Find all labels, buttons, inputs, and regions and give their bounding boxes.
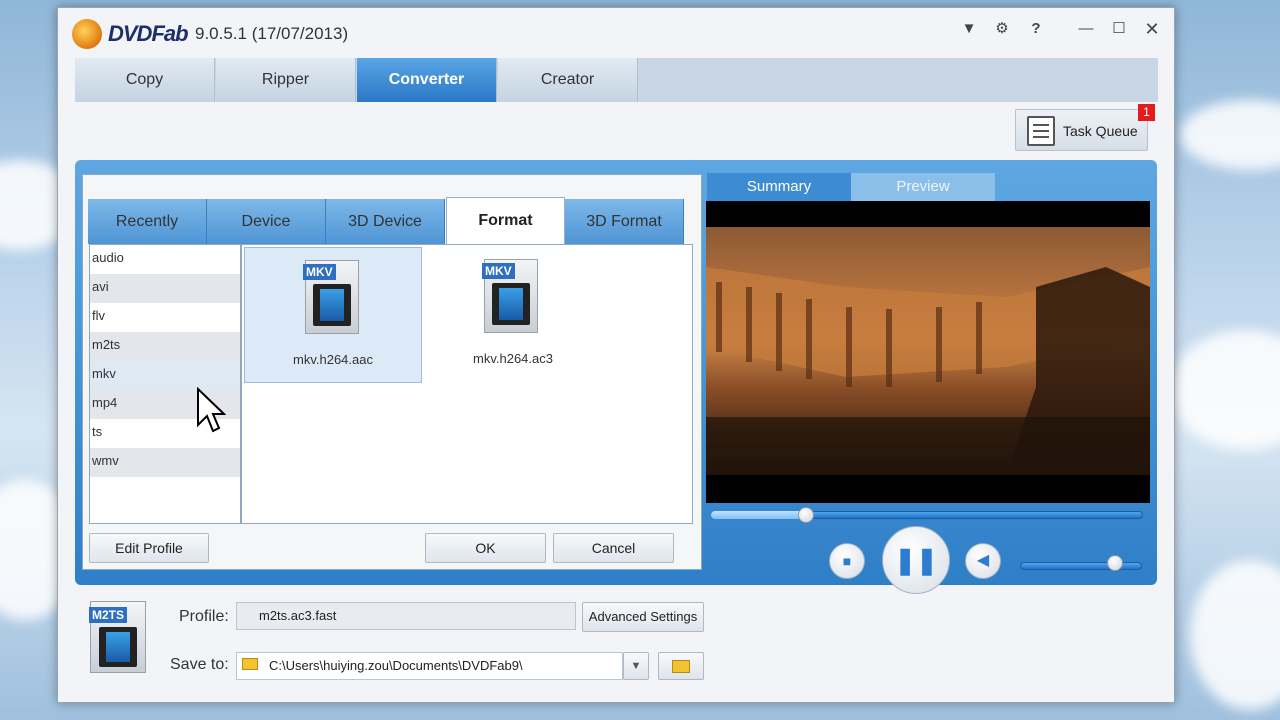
task-queue-label: Task Queue — [1063, 123, 1138, 139]
category-list: audio avi flv m2ts mkv mp4 ts wmv — [89, 244, 241, 524]
main-tabs: Copy Ripper Converter Creator — [75, 58, 1158, 102]
mkv-file-icon: MKV — [482, 259, 538, 333]
profile-field[interactable]: m2ts.ac3.fast — [236, 602, 576, 630]
format-name: mkv.h264.ac3 — [473, 351, 553, 366]
format-grid: MKV mkv.h264.aac MKV mkv.h264.ac3 — [241, 244, 693, 524]
volume-icon[interactable]: ◀ — [965, 543, 1001, 579]
app-version: 9.0.5.1 (17/07/2013) — [195, 24, 349, 43]
tab-copy[interactable]: Copy — [75, 58, 215, 102]
cancel-button[interactable]: Cancel — [553, 533, 674, 563]
gear-icon[interactable]: ⚙ — [991, 18, 1013, 40]
seek-handle[interactable] — [798, 507, 814, 523]
stop-button[interactable]: ■ — [829, 543, 865, 579]
tab-device[interactable]: Device — [207, 199, 326, 244]
advanced-settings-button[interactable]: Advanced Settings — [582, 602, 704, 632]
tab-3d-format[interactable]: 3D Format — [565, 199, 684, 244]
task-list-icon — [1027, 116, 1055, 146]
list-item[interactable]: avi — [90, 274, 240, 303]
list-item[interactable]: m2ts — [90, 332, 240, 361]
format-name: mkv.h264.aac — [293, 352, 373, 367]
dropdown-icon[interactable]: ▼ — [958, 18, 980, 40]
app-name: DVDFab — [108, 21, 189, 46]
save-path-field[interactable]: C:\Users\huiying.zou\Documents\DVDFab9\ — [236, 652, 623, 680]
tab-format[interactable]: Format — [446, 197, 565, 245]
volume-handle[interactable] — [1107, 555, 1123, 571]
minimize-icon[interactable]: — — [1075, 18, 1097, 40]
preview-tabs: Summary Preview — [707, 173, 1151, 201]
list-item[interactable]: flv — [90, 303, 240, 332]
mkv-file-icon: MKV — [303, 260, 359, 334]
format-item[interactable]: MKV mkv.h264.aac — [244, 247, 422, 383]
ok-button[interactable]: OK — [425, 533, 546, 563]
chevron-down-icon[interactable]: ▼ — [623, 652, 649, 680]
volume-slider[interactable] — [1020, 562, 1142, 570]
task-queue-button[interactable]: Task Queue — [1015, 109, 1148, 151]
help-icon[interactable]: ? — [1025, 18, 1047, 40]
title-bar: DVDFab 9.0.5.1 (17/07/2013) ▼ ⚙ ? — ☐ ✕ — [58, 8, 1174, 54]
tab-creator[interactable]: Creator — [498, 58, 638, 102]
list-item[interactable]: wmv — [90, 448, 240, 477]
save-to-label: Save to: — [170, 656, 229, 673]
pause-button[interactable]: ❚❚ — [882, 526, 950, 594]
tab-recently[interactable]: Recently — [88, 199, 207, 244]
list-item[interactable]: mkv — [90, 361, 240, 390]
format-item[interactable]: MKV mkv.h264.ac3 — [424, 247, 602, 383]
mouse-cursor-icon — [197, 387, 226, 433]
video-frame — [706, 227, 1150, 475]
edit-profile-button[interactable]: Edit Profile — [89, 533, 209, 563]
tab-3d-device[interactable]: 3D Device — [326, 199, 445, 244]
close-icon[interactable]: ✕ — [1141, 18, 1163, 40]
browse-folder-button[interactable] — [658, 652, 704, 680]
folder-icon — [242, 658, 258, 670]
dvdfab-logo-icon — [72, 19, 102, 49]
profile-label: Profile: — [179, 608, 229, 625]
task-count-badge: 1 — [1138, 104, 1155, 121]
tab-converter[interactable]: Converter — [357, 58, 497, 102]
maximize-icon[interactable]: ☐ — [1108, 18, 1130, 40]
tab-preview[interactable]: Preview — [851, 173, 995, 201]
tab-summary[interactable]: Summary — [707, 173, 851, 201]
video-preview — [706, 201, 1150, 503]
tab-ripper[interactable]: Ripper — [216, 58, 356, 102]
m2ts-file-icon: M2TS — [89, 601, 146, 673]
list-item[interactable]: audio — [90, 245, 240, 274]
profile-selector: Recently Device 3D Device Format 3D Form… — [82, 174, 702, 570]
seek-progress — [711, 511, 806, 519]
app-window: DVDFab 9.0.5.1 (17/07/2013) ▼ ⚙ ? — ☐ ✕ … — [57, 7, 1175, 703]
folder-icon — [672, 660, 690, 673]
